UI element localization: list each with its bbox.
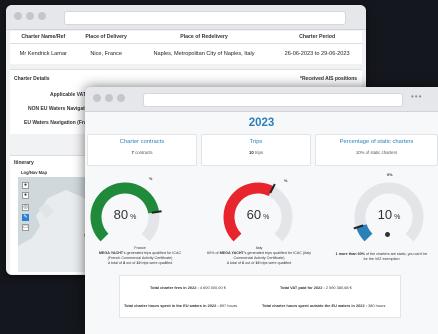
trips-card: Trips 10 trips — [201, 134, 311, 166]
table-header-row: Charter Name/Ref Place of Delivery Place… — [10, 31, 362, 44]
itinerary-title: Itinerary — [14, 160, 34, 166]
front-address-bar[interactable] — [143, 93, 403, 107]
forward-arrow-icon[interactable] — [105, 94, 113, 102]
table-header: Charter Period — [272, 31, 362, 44]
map-zoom-out-icon[interactable]: ● — [22, 192, 29, 199]
summary-panel: Total charter fees in 2022 : 4 600 000,0… — [119, 275, 401, 318]
table-cell: 26-06-2023 to 29-06-2023 — [284, 51, 350, 57]
eu-hours-stat: Total charter hours spent in the EU wate… — [124, 303, 238, 308]
back-titlebar — [6, 5, 366, 30]
info-icon[interactable] — [385, 232, 390, 237]
gauge-tag: % — [149, 177, 153, 181]
static-gauge: 10% 0% — [349, 173, 429, 255]
details-row-label: NON EU Waters Navigation — [28, 106, 93, 112]
card-subtitle: 10% of static charters — [355, 150, 398, 155]
back-address-bar[interactable] — [64, 11, 346, 25]
table-cell: Nice, France — [90, 51, 123, 57]
gauge-value: 10% — [377, 207, 401, 222]
table-row[interactable]: Mr Kendrick Lamar Nice, France Naples, M… — [10, 44, 362, 65]
charter-details-title: Charter Details — [14, 76, 50, 82]
charter-table: Charter Name/Ref Place of Delivery Place… — [10, 31, 362, 64]
gauge-tag: 0% — [387, 173, 393, 177]
more-icon[interactable]: ••• — [411, 92, 422, 101]
caption-total: A total of 8 out of 10 trips were qualif… — [107, 261, 173, 265]
italy-caption: Italy 60% of MEGA YACHT's generated trip… — [197, 246, 321, 266]
card-unit: contracts — [135, 150, 153, 155]
map-target-icon[interactable]: ◎ — [22, 204, 29, 211]
ais-title: *Received AIS positions — [300, 76, 358, 82]
map-draw-icon[interactable]: ✎ — [22, 214, 29, 221]
table-header: Charter Name/Ref — [10, 31, 77, 44]
details-row-label: EU Waters Navigation (Franc — [24, 120, 93, 126]
card-unit: trips — [254, 150, 264, 155]
card-title: Percentage of static charters — [339, 139, 414, 145]
static-caption: 1 more than 60% of the charters are stat… — [325, 252, 438, 262]
caption-text: for the VAT exemption — [363, 257, 400, 261]
table-cell: Naples, Metropolitan City of Naples, Ita… — [153, 51, 255, 57]
gauge-value: 60% — [246, 207, 270, 222]
card-count: 10 — [248, 150, 254, 155]
table-header: Place of Delivery — [76, 31, 136, 44]
italy-gauge: 60% % — [218, 175, 298, 255]
static-charters-card: Percentage of static charters 10% of sta… — [315, 134, 438, 166]
card-title: Charter contracts — [119, 139, 165, 145]
fees-stat: Total charter fees in 2022 : 4 600 000,0… — [150, 285, 226, 290]
front-titlebar: ••• — [85, 87, 438, 112]
card-subtitle: 10 trips — [202, 150, 310, 155]
gauge-value: 80% — [113, 207, 137, 222]
charter-contracts-card: Charter contracts 7 contracts — [87, 134, 197, 166]
back-arrow-icon[interactable] — [14, 12, 22, 20]
card-count: 7 — [131, 150, 134, 155]
card-title: Trips — [249, 139, 263, 145]
forward-arrow-icon[interactable] — [26, 12, 34, 20]
reload-icon[interactable] — [38, 12, 46, 20]
map-zoom-in-icon[interactable]: ● — [22, 182, 29, 189]
outside-hours-stat: Total charter hours spent outside the EU… — [262, 303, 386, 308]
france-caption: France MEGA YACHT's generated trips qual… — [85, 246, 195, 266]
details-row-label: Applicable VAT — [50, 92, 86, 98]
vat-stat: Total VAT paid for 2022 : 2 590 380,68 € — [280, 285, 352, 290]
caption-total: A total of 6 out of 10 trips were qualif… — [226, 261, 292, 265]
back-arrow-icon[interactable] — [93, 94, 101, 102]
reload-icon[interactable] — [117, 94, 125, 102]
gauge-fill — [356, 223, 373, 242]
table-header: Place of Redelivery — [135, 31, 273, 44]
card-subtitle: 7 contracts — [88, 150, 196, 155]
map-layer-icon[interactable]: ▭ — [22, 224, 29, 231]
year-title: 2023 — [248, 117, 275, 129]
gauge-tag: % — [284, 179, 288, 183]
statistics-window: ••• 2023 Charter contracts 7 contracts T… — [85, 87, 438, 334]
france-gauge: 80% % — [85, 175, 165, 255]
table-cell: Mr Kendrick Lamar — [19, 51, 67, 57]
